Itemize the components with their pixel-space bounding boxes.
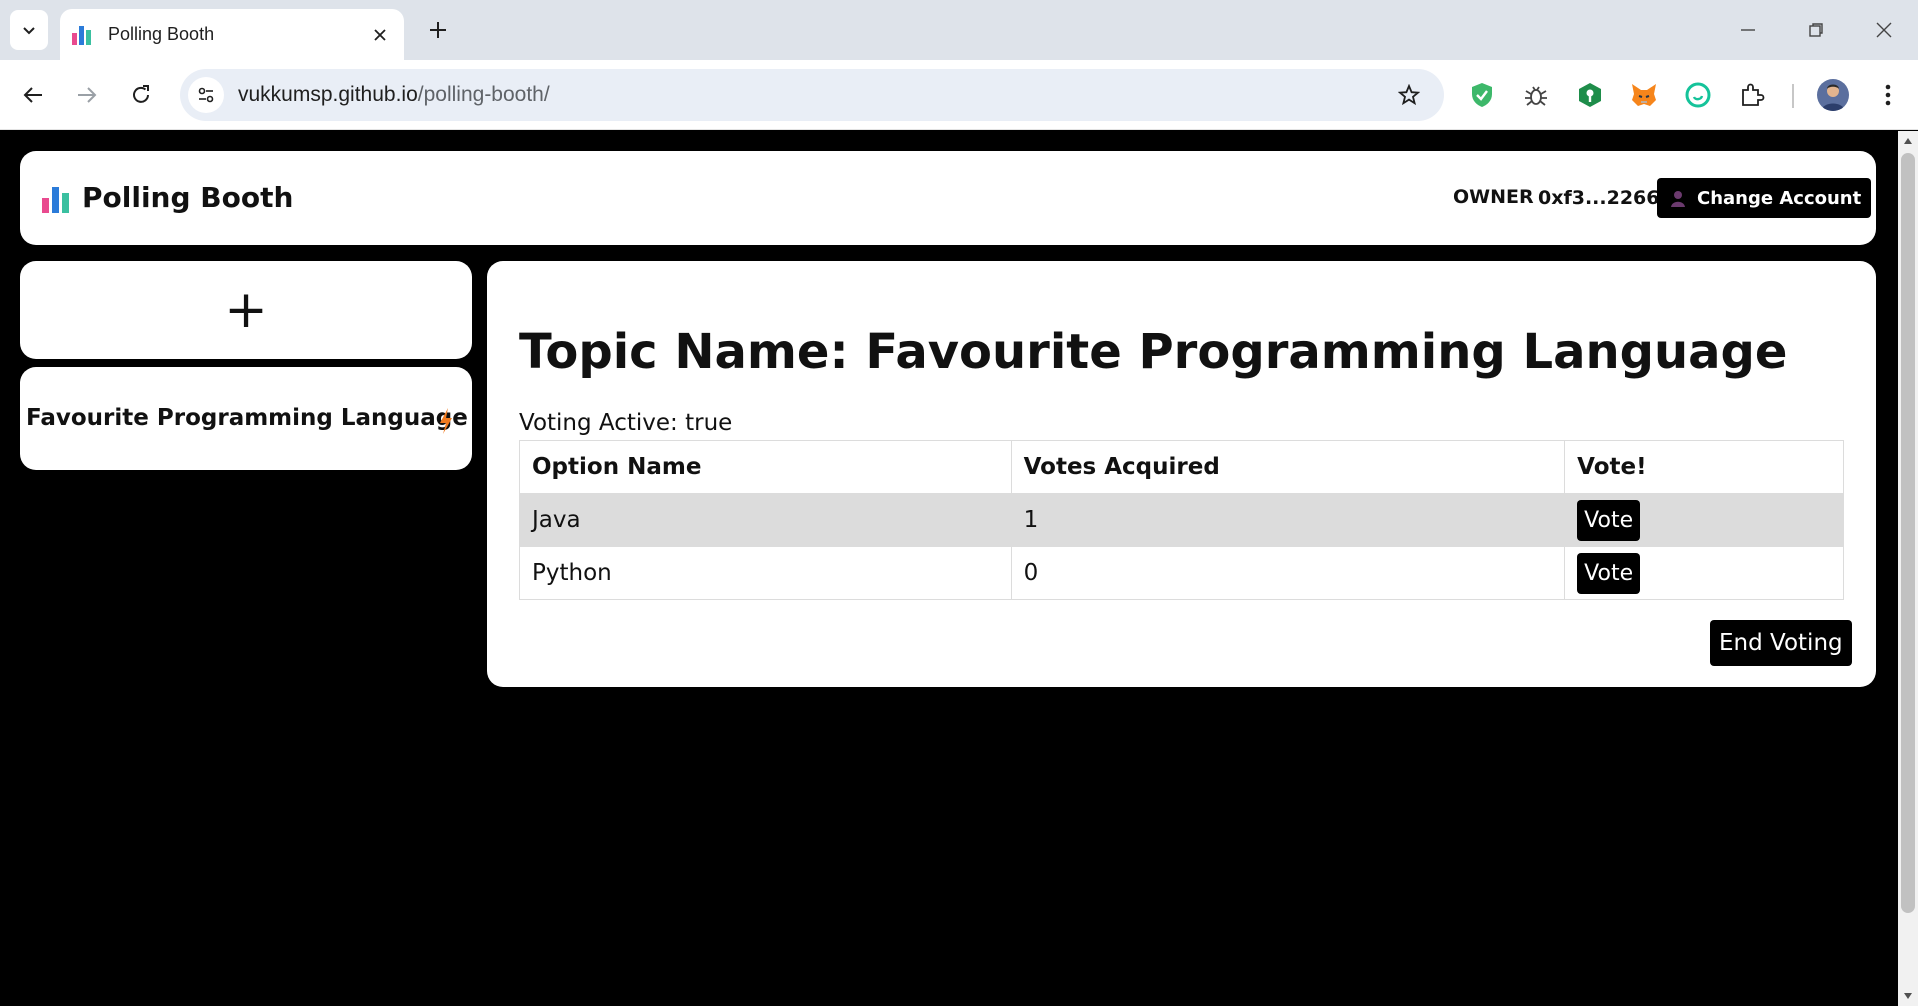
topic-card[interactable]: Favourite Programming Language [20, 367, 472, 470]
bar-chart-icon [42, 187, 69, 213]
header-votes-acquired: Votes Acquired [1010, 440, 1566, 494]
address-bar[interactable]: vukkumsp.github.io/polling-booth/ [180, 69, 1444, 121]
add-topic-label: + [224, 280, 268, 340]
profile-avatar[interactable] [1817, 79, 1849, 111]
reload-button[interactable] [124, 78, 158, 112]
arrow-right-icon [78, 87, 97, 103]
header-vote: Vote! [1564, 440, 1844, 494]
close-icon [1876, 22, 1892, 38]
option-name-cell: Python [519, 546, 1012, 600]
scrollbar-thumb[interactable] [1901, 153, 1915, 913]
chevron-down-icon [23, 27, 35, 35]
forward-button[interactable] [70, 78, 104, 112]
back-button[interactable] [16, 78, 50, 112]
more-menu-icon[interactable] [1870, 77, 1906, 113]
bar-chart-icon [72, 25, 94, 45]
table-row: Python 0 Vote [519, 546, 1844, 600]
lightning-bolt-icon [440, 408, 452, 434]
extensions-puzzle-icon[interactable] [1734, 77, 1770, 113]
site-settings-icon[interactable] [188, 77, 224, 113]
minimize-icon [1741, 29, 1755, 31]
browser-toolbar: vukkumsp.github.io/polling-booth/ [0, 60, 1918, 130]
topic-title: Topic Name: Favourite Programming Langua… [519, 324, 1788, 380]
option-name-cell: Java [519, 493, 1012, 547]
voting-status: Voting Active: true [519, 410, 733, 436]
app-header: Polling Booth OWNER 0xf3...2266 Change A… [20, 151, 1876, 245]
url-text[interactable]: vukkumsp.github.io/polling-booth/ [238, 83, 1392, 107]
grammarly-icon[interactable] [1680, 77, 1716, 113]
vote-cell: Vote [1564, 546, 1844, 600]
close-icon[interactable] [368, 23, 392, 47]
hexagon-extension-icon[interactable] [1572, 77, 1608, 113]
votes-cell: 1 [1010, 493, 1566, 547]
change-account-button[interactable]: Change Account [1657, 178, 1872, 218]
vote-cell: Vote [1564, 493, 1844, 547]
account-address: 0xf3...2266 [1538, 187, 1660, 209]
close-window-button[interactable] [1869, 16, 1899, 44]
user-icon [1671, 191, 1685, 207]
url-path: /polling-booth/ [417, 83, 550, 106]
shield-extension-icon[interactable] [1464, 77, 1500, 113]
options-table: Option Name Votes Acquired Vote! Java 1 … [519, 440, 1844, 600]
header-option-name: Option Name [519, 440, 1012, 494]
tab-search-button[interactable] [10, 10, 48, 50]
topic-panel: Topic Name: Favourite Programming Langua… [487, 261, 1876, 687]
arrow-left-icon [23, 87, 42, 103]
app-title: Polling Booth [82, 181, 294, 214]
end-voting-button[interactable]: End Voting [1710, 620, 1852, 666]
owner-label: OWNER [1453, 186, 1534, 208]
restore-icon [1809, 23, 1823, 37]
restore-button[interactable] [1801, 16, 1831, 44]
votes-cell: 0 [1010, 546, 1566, 600]
minimize-button[interactable] [1733, 16, 1763, 44]
new-tab-button[interactable] [424, 16, 452, 44]
tab-title: Polling Booth [108, 24, 215, 44]
table-row: Java 1 Vote [519, 493, 1844, 547]
bookmark-star-icon[interactable] [1392, 78, 1426, 112]
toolbar-separator [1792, 84, 1794, 108]
plus-icon [430, 22, 446, 38]
reload-icon [133, 85, 149, 103]
url-host: vukkumsp.github.io [238, 83, 418, 106]
browser-tab-bar: Polling Booth [0, 0, 1918, 60]
vote-button-python[interactable]: Vote [1577, 552, 1641, 594]
bug-extension-icon[interactable] [1518, 77, 1554, 113]
vote-button-java[interactable]: Vote [1577, 499, 1641, 541]
add-topic-button[interactable]: + [20, 261, 472, 359]
table-header-row: Option Name Votes Acquired Vote! [519, 440, 1844, 494]
change-account-label: Change Account [1697, 187, 1862, 209]
topic-card-name: Favourite Programming Language [26, 405, 468, 431]
metamask-fox-icon[interactable] [1626, 77, 1662, 113]
active-tab[interactable]: Polling Booth [60, 9, 404, 60]
